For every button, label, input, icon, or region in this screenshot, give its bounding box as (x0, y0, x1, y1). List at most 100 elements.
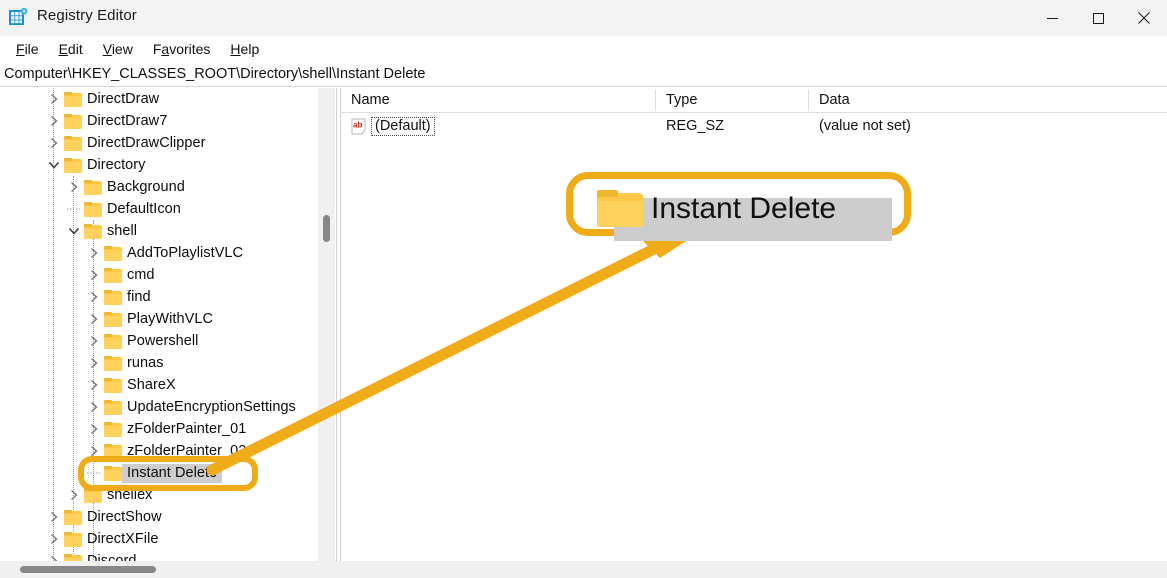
tree-item-directdraw[interactable]: DirectDraw (46, 88, 159, 110)
address-path: Computer\HKEY_CLASSES_ROOT\Directory\she… (0, 66, 425, 82)
tree-item-defaulticon[interactable]: DefaultIcon (66, 198, 181, 220)
chevron-right-icon[interactable] (86, 399, 102, 415)
tree-item-directdrawclipper[interactable]: DirectDrawClipper (46, 132, 206, 154)
folder-icon (84, 202, 102, 217)
tree-horizontal-scrollbar-thumb[interactable] (20, 566, 156, 573)
chevron-right-icon[interactable] (46, 135, 62, 151)
address-bar[interactable]: Computer\HKEY_CLASSES_ROOT\Directory\she… (0, 61, 1167, 87)
chevron-right-icon[interactable] (46, 553, 62, 561)
menu-view[interactable]: View (93, 39, 143, 59)
tree-item-label: DirectDraw (82, 91, 159, 107)
tree-item-powershell[interactable]: Powershell (86, 330, 198, 352)
tree-item-label: DirectXFile (82, 531, 158, 547)
tree-item-label: zFolderPainter_01 (122, 421, 246, 437)
tree-item-label: Directory (82, 157, 145, 173)
tree-item-addtoplaylistvlc[interactable]: AddToPlaylistVLC (86, 242, 243, 264)
folder-icon (104, 378, 122, 393)
registry-editor-icon (9, 8, 28, 27)
folder-icon (64, 510, 82, 525)
table-row[interactable]: ab (Default) REG_SZ (value not set) (341, 115, 1167, 139)
tree-horizontal-scrollbar[interactable] (0, 561, 1167, 578)
menu-help[interactable]: Help (220, 39, 269, 59)
chevron-down-icon[interactable] (46, 157, 62, 173)
tree-item-discord[interactable]: Discord (46, 550, 137, 561)
column-divider-1[interactable] (655, 90, 656, 111)
folder-icon (64, 158, 82, 173)
folder-icon (104, 400, 122, 415)
tree-item-directshow[interactable]: DirectShow (46, 506, 162, 528)
tree-item-updateencryptionsettings[interactable]: UpdateEncryptionSettings (86, 396, 296, 418)
tree-item-directory[interactable]: Directory (46, 154, 145, 176)
chevron-right-icon[interactable] (46, 91, 62, 107)
chevron-right-icon[interactable] (66, 487, 82, 503)
chevron-right-icon[interactable] (46, 531, 62, 547)
chevron-right-icon[interactable] (46, 113, 62, 129)
menu-bar: File Edit View Favorites Help (0, 36, 1167, 61)
tree-item-directdraw7[interactable]: DirectDraw7 (46, 110, 167, 132)
column-header-name[interactable]: Name (351, 88, 390, 112)
maximize-icon[interactable] (1075, 0, 1121, 36)
chevron-right-icon[interactable] (86, 267, 102, 283)
menu-edit[interactable]: Edit (49, 39, 93, 59)
window-title: Registry Editor (37, 7, 137, 24)
chevron-right-icon[interactable] (86, 289, 102, 305)
menu-favorites[interactable]: Favorites (143, 39, 221, 59)
tree-item-label: Discord (82, 553, 137, 561)
tree-item-label: Background (102, 179, 185, 195)
folder-icon (84, 180, 102, 195)
tree-item-cmd[interactable]: cmd (86, 264, 155, 286)
tree-item-background[interactable]: Background (66, 176, 185, 198)
chevron-right-icon[interactable] (86, 333, 102, 349)
folder-icon (597, 190, 643, 227)
folder-icon (64, 136, 82, 151)
folder-icon (64, 92, 82, 107)
chevron-right-icon[interactable] (86, 245, 102, 261)
folder-icon (104, 422, 122, 437)
folder-icon (104, 312, 122, 327)
chevron-right-icon[interactable] (86, 421, 102, 437)
tree-item-label: UpdateEncryptionSettings (122, 399, 296, 415)
tree-vertical-scrollbar-thumb[interactable] (323, 215, 330, 242)
minimize-icon[interactable] (1029, 0, 1075, 36)
chevron-right-icon[interactable] (66, 179, 82, 195)
tree-item-playwithvlc[interactable]: PlayWithVLC (86, 308, 213, 330)
tree-item-label: DirectShow (82, 509, 162, 525)
tree-item-label: ShareX (122, 377, 176, 393)
chevron-down-icon[interactable] (66, 223, 82, 239)
tree-item-label: runas (122, 355, 164, 371)
folder-icon (104, 290, 122, 305)
tree-item-label: DefaultIcon (102, 201, 181, 217)
folder-icon (104, 246, 122, 261)
string-value-icon: ab (351, 118, 368, 135)
chevron-right-icon[interactable] (86, 311, 102, 327)
tree-item-zfolderpainter-01[interactable]: zFolderPainter_01 (86, 418, 246, 440)
cell-data: (value not set) (819, 118, 911, 134)
tree-item-label: PlayWithVLC (122, 311, 213, 327)
pane-splitter[interactable] (336, 88, 337, 561)
chevron-right-icon[interactable] (86, 355, 102, 371)
tree-item-sharex[interactable]: ShareX (86, 374, 176, 396)
magnified-callout: Instant Delete (566, 172, 911, 236)
column-header-data[interactable]: Data (819, 88, 850, 112)
folder-icon (64, 532, 82, 547)
close-icon[interactable] (1121, 0, 1167, 36)
title-bar: Registry Editor (0, 0, 1167, 36)
tree-item-highlight-box (78, 456, 258, 491)
tree-item-shell[interactable]: shell (66, 220, 137, 242)
folder-icon (104, 268, 122, 283)
tree-item-label: DirectDrawClipper (82, 135, 206, 151)
tree-item-find[interactable]: find (86, 286, 151, 308)
menu-file[interactable]: File (6, 39, 49, 59)
tree-item-runas[interactable]: runas (86, 352, 164, 374)
tree-item-label: find (122, 289, 151, 305)
value-list[interactable]: Name Type Data ab (Default) REG_SZ (valu… (341, 88, 1167, 561)
column-header-type[interactable]: Type (666, 88, 697, 112)
tree-item-label: AddToPlaylistVLC (122, 245, 243, 261)
column-divider-2[interactable] (808, 90, 809, 111)
folder-icon (104, 356, 122, 371)
chevron-right-icon[interactable] (86, 377, 102, 393)
tree-item-directxfile[interactable]: DirectXFile (46, 528, 158, 550)
chevron-right-icon[interactable] (46, 509, 62, 525)
folder-icon (104, 334, 122, 349)
tree-vertical-scrollbar[interactable] (318, 88, 335, 561)
